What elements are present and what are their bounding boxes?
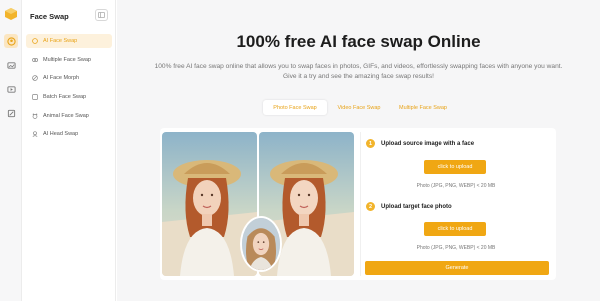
upload-source-button[interactable]: click to upload — [424, 160, 486, 174]
page-title: 100% free AI face swap Online — [236, 32, 481, 51]
step-2-number: 2 — [366, 202, 375, 211]
page-description: 100% free AI face swap online that allow… — [154, 63, 563, 80]
morph-icon — [32, 75, 38, 81]
batch-icon — [32, 94, 38, 100]
step-1-title: Upload source image with a face — [381, 140, 475, 147]
target-face-thumbnail — [240, 216, 282, 272]
mode-tabs: Photo Face Swap Video Face Swap Multiple… — [263, 100, 455, 115]
sidebar-item-label: AI Face Morph — [43, 75, 80, 81]
generate-button[interactable]: Generate — [365, 261, 549, 275]
sidebar-item-batch-face-swap[interactable]: Batch Face Swap — [26, 90, 112, 104]
sidebar-item-label: AI Head Swap — [43, 131, 79, 137]
icon-rail — [0, 0, 22, 301]
tab-video-face-swap[interactable]: Video Face Swap — [327, 100, 391, 115]
sidebar-item-ai-face-swap[interactable]: AI Face Swap — [26, 34, 112, 48]
edit-icon[interactable] — [4, 106, 18, 120]
step-1-number: 1 — [366, 139, 375, 148]
divider — [360, 132, 361, 276]
sidebar: Face Swap AI Face Swap Multiple Face Swa… — [22, 0, 116, 301]
main-content: 100% free AI face swap Online 100% free … — [117, 0, 600, 301]
sidebar-item-label: AI Face Swap — [43, 38, 78, 44]
video-icon[interactable] — [4, 82, 18, 96]
image-icon[interactable] — [4, 58, 18, 72]
sidebar-item-label: Batch Face Swap — [43, 94, 87, 100]
sidebar-toggle-icon — [98, 12, 105, 18]
target-format-hint: Photo (JPG, PNG, WEBP) < 20 MB — [416, 245, 496, 251]
multi-face-icon — [32, 57, 38, 63]
step-2-title: Upload target face photo — [381, 203, 452, 210]
logo-icon — [4, 7, 18, 21]
sidebar-item-label: Multiple Face Swap — [43, 57, 91, 63]
collapse-sidebar-button[interactable] — [95, 9, 108, 21]
tab-multiple-face-swap[interactable]: Multiple Face Swap — [391, 100, 455, 115]
face-swap-icon[interactable] — [4, 34, 18, 48]
upload-target-button[interactable]: click to upload — [424, 222, 486, 236]
sidebar-item-animal-face-swap[interactable]: Animal Face Swap — [26, 109, 112, 123]
source-format-hint: Photo (JPG, PNG, WEBP) < 20 MB — [416, 183, 496, 189]
head-swap-icon — [32, 131, 38, 137]
sidebar-item-ai-face-morph[interactable]: AI Face Morph — [26, 71, 112, 85]
face-swap-icon — [32, 38, 38, 44]
tab-photo-face-swap[interactable]: Photo Face Swap — [263, 100, 327, 115]
swap-card: 1 Upload source image with a face click … — [160, 128, 556, 280]
app-title: Face Swap — [30, 12, 69, 21]
step-2-heading: 2 Upload target face photo — [366, 202, 452, 211]
animal-icon — [32, 113, 38, 119]
step-1-heading: 1 Upload source image with a face — [366, 139, 474, 148]
sidebar-item-ai-head-swap[interactable]: AI Head Swap — [26, 127, 112, 141]
sidebar-item-multiple-face-swap[interactable]: Multiple Face Swap — [26, 53, 112, 67]
sidebar-item-label: Animal Face Swap — [43, 113, 89, 119]
